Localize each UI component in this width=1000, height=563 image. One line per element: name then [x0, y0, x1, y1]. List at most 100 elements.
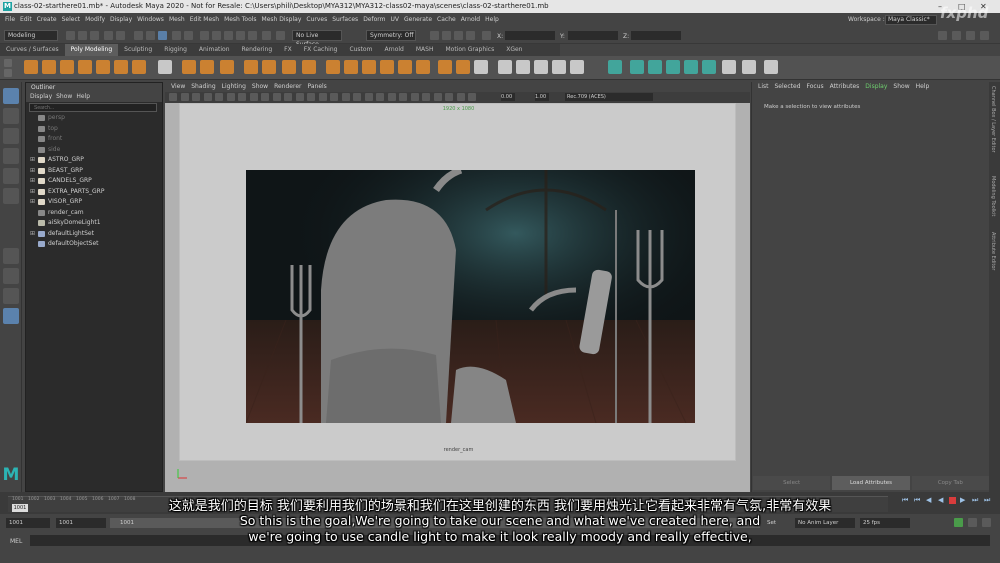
outliner-item[interactable]: ⊞ BEAST_GRP — [26, 166, 162, 177]
symmetry-dropdown[interactable]: Symmetry: Off — [366, 30, 416, 41]
move-tool-icon[interactable] — [3, 148, 19, 164]
menu-generate[interactable]: Generate — [404, 16, 432, 23]
x-field[interactable] — [505, 31, 555, 40]
lasso-tool-icon[interactable] — [3, 108, 19, 124]
menu-cache[interactable]: Cache — [437, 16, 456, 23]
poly-cylinder-icon[interactable] — [60, 60, 74, 74]
poly-text-icon[interactable] — [182, 60, 196, 74]
outliner-item[interactable]: persp — [26, 113, 162, 124]
poly-disc-icon[interactable] — [132, 60, 146, 74]
mirror-icon[interactable] — [552, 60, 566, 74]
viewport-menu-view[interactable]: View — [171, 83, 185, 90]
single-perspective-layout-icon[interactable] — [3, 248, 19, 264]
resolution-gate-icon[interactable] — [238, 93, 246, 101]
poly-svg-icon[interactable] — [158, 60, 172, 74]
tool-settings-icon[interactable] — [980, 31, 989, 40]
attr-tab-display[interactable]: Display — [865, 83, 887, 90]
viewport-menu-lighting[interactable]: Lighting — [222, 83, 246, 90]
gate-mask-icon[interactable] — [249, 93, 258, 101]
bridge-icon[interactable] — [362, 60, 376, 74]
outliner-persp-layout-icon[interactable] — [3, 308, 19, 324]
extract-icon[interactable] — [244, 60, 258, 74]
expand-icon[interactable]: ⊞ — [30, 166, 35, 177]
image-plane-icon[interactable] — [203, 93, 212, 101]
outliner-item[interactable]: defaultObjectSet — [26, 239, 162, 250]
side-tab-channel-box-layer-editor[interactable]: Channel Box / Layer Editor — [990, 86, 996, 153]
new-scene-icon[interactable] — [66, 31, 75, 40]
menu-surfaces[interactable]: Surfaces — [332, 16, 358, 23]
outliner-menu-display[interactable]: Display — [30, 93, 52, 100]
shelf-settings-icon[interactable] — [4, 59, 12, 67]
lock-selection-icon[interactable] — [184, 31, 193, 40]
selection-mask-icon[interactable] — [172, 31, 181, 40]
anti-aliasing-icon[interactable] — [387, 93, 396, 101]
expand-icon[interactable]: ⊞ — [30, 155, 35, 166]
xray-icon[interactable] — [410, 93, 419, 101]
smooth-shade-icon[interactable] — [307, 93, 315, 101]
history-icon[interactable] — [262, 31, 271, 40]
smooth-icon[interactable] — [326, 60, 340, 74]
live-surface-field[interactable]: No Live Surface — [292, 30, 342, 48]
make-live-icon[interactable] — [248, 31, 257, 40]
safe-title-icon[interactable] — [284, 93, 292, 101]
shelf-tab-rendering[interactable]: Rendering — [236, 44, 279, 56]
poly-cone-icon[interactable] — [78, 60, 92, 74]
poly-plane-icon[interactable] — [114, 60, 128, 74]
viewport-menu-shading[interactable]: Shading — [191, 83, 215, 90]
shelf-tab-poly-modeling[interactable]: Poly Modeling — [64, 44, 119, 56]
sweep-mesh-icon[interactable] — [220, 60, 234, 74]
menu-mesh-display[interactable]: Mesh Display — [262, 16, 302, 23]
hypershade-icon[interactable] — [466, 31, 475, 40]
reduce-icon[interactable] — [344, 60, 358, 74]
outliner-menu-show[interactable]: Show — [56, 93, 72, 100]
construction-history-icon[interactable] — [276, 31, 285, 40]
channel-box-toggle-icon[interactable] — [952, 31, 961, 40]
quad-draw-icon[interactable] — [534, 60, 548, 74]
viewport-menu-panels[interactable]: Panels — [307, 83, 326, 90]
attr-tab-selected[interactable]: Selected — [775, 83, 801, 90]
render-frame-icon[interactable] — [430, 31, 439, 40]
undo-icon[interactable] — [104, 31, 113, 40]
wireframe-on-shaded-icon[interactable] — [318, 93, 327, 101]
snap-point-icon[interactable] — [224, 31, 233, 40]
snap-grid-icon[interactable] — [200, 31, 209, 40]
use-all-lights-icon[interactable] — [341, 93, 350, 101]
input-mode-icon[interactable] — [482, 31, 491, 40]
separate-icon[interactable] — [282, 60, 296, 74]
copy-tab-button[interactable]: Copy Tab — [911, 476, 989, 490]
gamma-field[interactable]: 1.00 — [535, 93, 549, 101]
select-hierarchy-icon[interactable] — [134, 31, 143, 40]
menu-edit-mesh[interactable]: Edit Mesh — [190, 16, 219, 23]
field-chart-icon[interactable] — [261, 93, 269, 101]
viewport-menu-show[interactable]: Show — [252, 83, 268, 90]
shadows-icon[interactable] — [353, 93, 361, 101]
menu-select[interactable]: Select — [62, 16, 81, 23]
xray-components-icon[interactable] — [433, 93, 442, 101]
menu-windows[interactable]: Windows — [137, 16, 164, 23]
attr-tab-focus[interactable]: Focus — [807, 83, 824, 90]
outliner-item[interactable]: top — [26, 124, 162, 135]
outliner-item[interactable]: front — [26, 134, 162, 145]
paint-select-tool-icon[interactable] — [3, 128, 19, 144]
outliner-item[interactable]: ⊞ defaultLightSet — [26, 229, 162, 240]
shelf-tab-fx[interactable]: FX — [278, 44, 298, 56]
menu-display[interactable]: Display — [110, 16, 132, 23]
select-tool-icon[interactable] — [3, 88, 19, 104]
combine-icon[interactable] — [262, 60, 276, 74]
select-button[interactable]: Select — [753, 476, 831, 490]
outliner-item[interactable]: ⊞ VISOR_GRP — [26, 197, 162, 208]
open-scene-icon[interactable] — [78, 31, 87, 40]
outliner-item[interactable]: side — [26, 145, 162, 156]
pan-zoom-icon[interactable] — [456, 93, 465, 101]
shelf-tab-rigging[interactable]: Rigging — [158, 44, 193, 56]
menu-set-dropdown[interactable]: Modeling — [4, 30, 58, 41]
select-component-icon[interactable] — [158, 31, 167, 40]
target-weld-icon[interactable] — [474, 60, 488, 74]
viewport-menu-renderer[interactable]: Renderer — [274, 83, 301, 90]
menu-arnold[interactable]: Arnold — [461, 16, 480, 23]
grid-icon[interactable] — [215, 93, 223, 101]
relax-icon[interactable] — [742, 60, 756, 74]
outliner-item[interactable]: ⊞ CANDELS_GRP — [26, 176, 162, 187]
uv-camera-icon[interactable] — [648, 60, 662, 74]
attr-tab-list[interactable]: List — [758, 83, 769, 90]
